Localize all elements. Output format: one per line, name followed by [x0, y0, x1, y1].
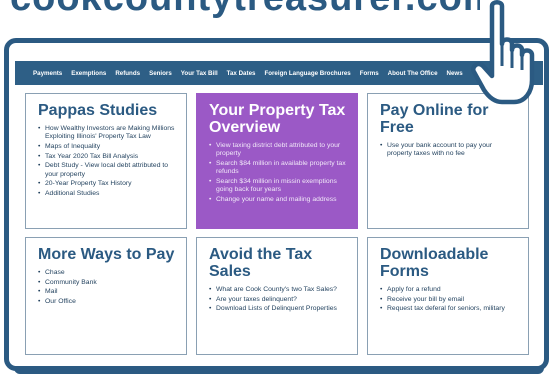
link-apply-refund[interactable]: Apply for a refund	[380, 286, 518, 294]
link-community-bank[interactable]: Community Bank	[38, 279, 176, 287]
card-link-list: Chase Community Bank Mail Our Office	[38, 269, 176, 307]
nav-item-refunds[interactable]: Refunds	[115, 70, 140, 77]
nav-item-payments[interactable]: Payments	[33, 70, 62, 77]
card-link-list: Apply for a refund Receive your bill by …	[380, 286, 518, 314]
nav-item-news[interactable]: News	[447, 70, 463, 77]
card-title[interactable]: Your Property Tax Overview	[209, 102, 347, 136]
card-downloadable-forms: Downloadable Forms Apply for a refund Re…	[367, 237, 529, 355]
card-avoid-tax-sales: Avoid the Tax Sales What are Cook County…	[196, 237, 358, 355]
link-search-exemptions[interactable]: Search $34 million in missin exemptions …	[209, 178, 347, 194]
card-pay-online: Pay Online for Free Use your bank accoun…	[367, 93, 529, 229]
card-link-list: What are Cook County's two Tax Sales? Ar…	[209, 286, 347, 314]
link-taxes-delinquent[interactable]: Are your taxes delinquent?	[209, 296, 347, 304]
browser-frame: Payments Exemptions Refunds Seniors Your…	[4, 38, 549, 371]
link-bill-by-email[interactable]: Receive your bill by email	[380, 296, 518, 304]
content-grid: Pappas Studies How Wealthy Investors are…	[15, 85, 543, 366]
link-bank-account-pay[interactable]: Use your bank account to pay your proper…	[380, 142, 518, 158]
nav-item-your-tax-bill[interactable]: Your Tax Bill	[181, 70, 218, 77]
card-link-list: View taxing district debt attributed to …	[209, 142, 347, 204]
link-wealthy-investors[interactable]: How Wealthy Investors are Making Million…	[38, 125, 176, 141]
link-tax-history[interactable]: 20-Year Property Tax History	[38, 180, 176, 188]
nav-item-foreign-language-brochures[interactable]: Foreign Language Brochures	[264, 70, 350, 77]
link-additional-studies[interactable]: Additional Studies	[38, 190, 176, 198]
card-title[interactable]: Pappas Studies	[38, 102, 176, 119]
link-taxing-district-debt[interactable]: View taxing district debt attributed to …	[209, 142, 347, 158]
link-chase[interactable]: Chase	[38, 269, 176, 277]
nav-item-tax-dates[interactable]: Tax Dates	[227, 70, 256, 77]
card-link-list: Use your bank account to pay your proper…	[380, 142, 518, 158]
link-mail[interactable]: Mail	[38, 288, 176, 296]
card-title[interactable]: More Ways to Pay	[38, 246, 176, 263]
card-link-list: How Wealthy Investors are Making Million…	[38, 125, 176, 198]
main-nav: Payments Exemptions Refunds Seniors Your…	[15, 61, 543, 85]
frame-base	[14, 368, 544, 374]
hand-pointer-icon	[471, 0, 535, 105]
nav-item-about-the-office[interactable]: About The Office	[388, 70, 438, 77]
nav-item-exemptions[interactable]: Exemptions	[71, 70, 106, 77]
site-url-banner: cookcountytreasurer.com	[10, 0, 480, 18]
link-delinquent-lists[interactable]: Download Lists of Delinquent Properties	[209, 305, 347, 313]
nav-item-forms[interactable]: Forms	[360, 70, 379, 77]
card-pappas-studies: Pappas Studies How Wealthy Investors are…	[25, 93, 187, 229]
link-search-refunds[interactable]: Search $84 million in available property…	[209, 160, 347, 176]
link-two-tax-sales[interactable]: What are Cook County's two Tax Sales?	[209, 286, 347, 294]
link-change-name-address[interactable]: Change your name and mailing address	[209, 196, 347, 204]
link-tax-deferral[interactable]: Request tax deferal for seniors, militar…	[380, 305, 518, 313]
nav-item-seniors[interactable]: Seniors	[149, 70, 172, 77]
link-tax-bill-analysis[interactable]: Tax Year 2020 Tax Bill Analysis	[38, 153, 176, 161]
link-maps-of-inequality[interactable]: Maps of Inequality	[38, 143, 176, 151]
card-property-tax-overview: Your Property Tax Overview View taxing d…	[196, 93, 358, 229]
link-our-office[interactable]: Our Office	[38, 298, 176, 306]
card-title[interactable]: Downloadable Forms	[380, 246, 518, 280]
card-title[interactable]: Avoid the Tax Sales	[209, 246, 347, 280]
link-debt-study[interactable]: Debt Study - View local debt attributed …	[38, 162, 176, 178]
card-more-ways-to-pay: More Ways to Pay Chase Community Bank Ma…	[25, 237, 187, 355]
